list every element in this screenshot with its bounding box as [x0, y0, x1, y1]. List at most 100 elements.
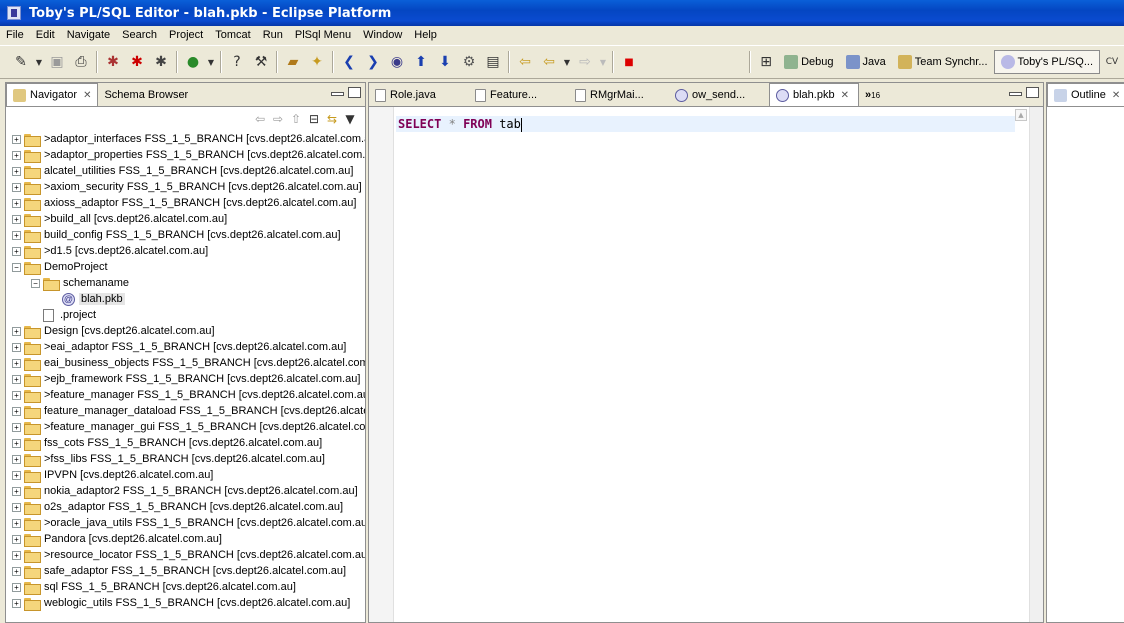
tree-item[interactable]: + >feature_manager FSS_1_5_BRANCH [cvs.de…: [6, 387, 365, 403]
expand-icon[interactable]: +: [12, 438, 21, 448]
perspective-debug[interactable]: Debug: [778, 50, 839, 74]
expand-icon[interactable]: +: [12, 534, 21, 544]
collapse-icon[interactable]: −: [31, 278, 40, 288]
tree-item[interactable]: + sql FSS_1_5_BRANCH [cvs.dept26.alcatel.…: [6, 579, 365, 595]
new-dropdown-icon[interactable]: ▼: [34, 51, 44, 73]
close-icon[interactable]: ✕: [83, 90, 91, 101]
expand-icon[interactable]: +: [12, 198, 21, 208]
tree-item[interactable]: − DemoProject: [6, 259, 365, 275]
debug-tool-icon[interactable]: ✱: [102, 51, 124, 73]
tree-item[interactable]: + o2s_adaptor FSS_1_5_BRANCH [cvs.dept26.…: [6, 499, 365, 515]
view-menu-icon[interactable]: ▼: [341, 112, 359, 126]
tree-item[interactable]: + >d1.5 [cvs.dept26.alcatel.com.au]: [6, 243, 365, 259]
terminate-icon[interactable]: ■: [618, 51, 640, 73]
tree-item[interactable]: + safe_adaptor FSS_1_5_BRANCH [cvs.dept26…: [6, 563, 365, 579]
tree-item[interactable]: + fss_cots FSS_1_5_BRANCH [cvs.dept26.alc…: [6, 435, 365, 451]
tools-icon[interactable]: ⚒: [250, 51, 272, 73]
back-icon[interactable]: ❮: [338, 51, 360, 73]
expand-icon[interactable]: +: [12, 550, 21, 560]
forward-icon[interactable]: ⇨: [269, 112, 287, 126]
tab-overflow-button[interactable]: » 16: [859, 84, 886, 106]
expand-icon[interactable]: +: [12, 358, 21, 368]
menu-tomcat[interactable]: Tomcat: [209, 29, 256, 41]
tree-item[interactable]: + >axiom_security FSS_1_5_BRANCH [cvs.dep…: [6, 179, 365, 195]
save-icon[interactable]: ▣: [46, 51, 68, 73]
menu-search[interactable]: Search: [116, 29, 163, 41]
connect-icon[interactable]: ⚙: [458, 51, 480, 73]
tree-item[interactable]: + >adaptor_properties FSS_1_5_BRANCH [cvs…: [6, 147, 365, 163]
editor-tab[interactable]: blah.pkb ✕: [769, 83, 859, 106]
perspective-team[interactable]: Team Synchr...: [892, 50, 994, 74]
expand-icon[interactable]: +: [12, 598, 21, 608]
maximize-icon[interactable]: [348, 87, 361, 98]
close-icon[interactable]: ✕: [841, 90, 849, 101]
overview-ruler[interactable]: [1029, 107, 1043, 622]
tab-schema-browser[interactable]: Schema Browser: [98, 84, 194, 106]
expand-icon[interactable]: +: [12, 470, 21, 480]
eclipse-app-icon[interactable]: [7, 6, 21, 20]
editor-text-area[interactable]: SELECT * FROM tab ▲: [369, 107, 1043, 622]
expand-icon[interactable]: +: [12, 182, 21, 192]
tree-item[interactable]: + >ejb_framework FSS_1_5_BRANCH [cvs.dept…: [6, 371, 365, 387]
expand-icon[interactable]: +: [12, 422, 21, 432]
expand-icon[interactable]: +: [12, 518, 21, 528]
up-icon[interactable]: ⇧: [287, 112, 305, 126]
tree-item[interactable]: + >resource_locator FSS_1_5_BRANCH [cvs.d…: [6, 547, 365, 563]
expand-icon[interactable]: +: [12, 214, 21, 224]
tree-item[interactable]: + weblogic_utils FSS_1_5_BRANCH [cvs.dept…: [6, 595, 365, 611]
expand-icon[interactable]: +: [12, 246, 21, 256]
stop-tool-icon[interactable]: ✱: [126, 51, 148, 73]
tree-item[interactable]: + >fss_libs FSS_1_5_BRANCH [cvs.dept26.al…: [6, 451, 365, 467]
menu-navigate[interactable]: Navigate: [61, 29, 116, 41]
tree-item[interactable]: + >adaptor_interfaces FSS_1_5_BRANCH [cvs…: [6, 131, 365, 147]
editor-tab[interactable]: Feature...: [469, 84, 569, 106]
tree-item[interactable]: + Pandora [cvs.dept26.alcatel.com.au]: [6, 531, 365, 547]
tree-item[interactable]: + feature_manager_dataload FSS_1_5_BRANCH…: [6, 403, 365, 419]
editor-tab[interactable]: RMgrMai...: [569, 84, 669, 106]
collapse-icon[interactable]: −: [12, 262, 21, 272]
tab-navigator[interactable]: Navigator ✕: [6, 83, 99, 106]
tree-item[interactable]: + >build_all [cvs.dept26.alcatel.com.au]: [6, 211, 365, 227]
expand-icon[interactable]: +: [12, 342, 21, 352]
menu-plsql-menu[interactable]: PlSql Menu: [289, 29, 357, 41]
new-icon[interactable]: ✎: [10, 51, 32, 73]
perspective-java[interactable]: Java: [840, 50, 892, 74]
help-icon[interactable]: ?: [226, 51, 248, 73]
tree-item[interactable]: + >oracle_java_utils FSS_1_5_BRANCH [cvs.…: [6, 515, 365, 531]
menu-help[interactable]: Help: [408, 29, 443, 41]
document-search-icon[interactable]: ▤: [482, 51, 504, 73]
editor-tab[interactable]: Role.java: [369, 84, 469, 106]
tree-item[interactable]: + alcatel_utilities FSS_1_5_BRANCH [cvs.d…: [6, 163, 365, 179]
expand-icon[interactable]: +: [12, 374, 21, 384]
open-perspective-icon[interactable]: ⊞: [755, 51, 777, 73]
close-icon[interactable]: ✕: [1112, 90, 1120, 101]
expand-icon[interactable]: +: [12, 134, 21, 144]
link-editor-icon[interactable]: ⇆: [323, 112, 341, 126]
expand-icon[interactable]: +: [12, 454, 21, 464]
build-tool-icon[interactable]: ✱: [150, 51, 172, 73]
menu-window[interactable]: Window: [357, 29, 408, 41]
tree-item[interactable]: + >feature_manager_gui FSS_1_5_BRANCH [cv…: [6, 419, 365, 435]
down-arrow-icon[interactable]: ⬇: [434, 51, 456, 73]
tree-item[interactable]: − schemaname: [6, 275, 365, 291]
tab-outline[interactable]: Outline ✕: [1047, 83, 1124, 106]
maximize-icon[interactable]: [1026, 87, 1039, 98]
editor-scrollbar[interactable]: ▲: [1015, 107, 1027, 622]
collapse-all-icon[interactable]: ⊟: [305, 112, 323, 126]
run-dropdown-icon[interactable]: ▼: [206, 51, 216, 73]
tree-item[interactable]: + IPVPN [cvs.dept26.alcatel.com.au]: [6, 467, 365, 483]
tree-item[interactable]: + Design [cvs.dept26.alcatel.com.au]: [6, 323, 365, 339]
back-icon[interactable]: ⇦: [251, 112, 269, 126]
expand-icon[interactable]: +: [12, 390, 21, 400]
title-bar[interactable]: Toby's PL/SQL Editor - blah.pkb - Eclips…: [0, 0, 1124, 26]
nav-back-dropdown-icon[interactable]: ▼: [562, 51, 572, 73]
expand-icon[interactable]: +: [12, 166, 21, 176]
menu-run[interactable]: Run: [257, 29, 289, 41]
print-icon[interactable]: ⎙: [70, 51, 92, 73]
up-arrow-icon[interactable]: ⬆: [410, 51, 432, 73]
tree-item[interactable]: + nokia_adaptor2 FSS_1_5_BRANCH [cvs.dept…: [6, 483, 365, 499]
cvs-perspective-icon[interactable]: CV: [1101, 51, 1123, 73]
expand-icon[interactable]: +: [12, 486, 21, 496]
tree-item[interactable]: + eai_business_objects FSS_1_5_BRANCH [cv…: [6, 355, 365, 371]
expand-icon[interactable]: +: [12, 326, 21, 336]
